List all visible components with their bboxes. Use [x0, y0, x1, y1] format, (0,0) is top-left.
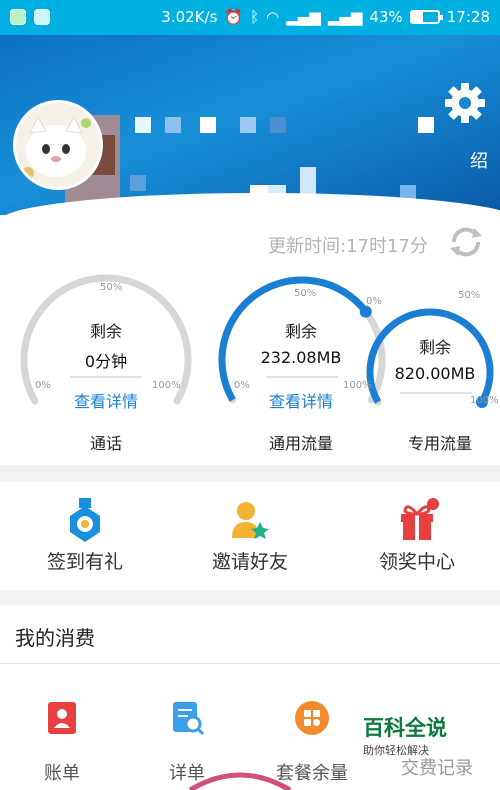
gauge-tick-50: 50% — [458, 290, 481, 301]
gauge-tick-100: 100% — [470, 395, 499, 406]
alarm-icon: ⏰ — [224, 8, 244, 26]
gauge-value: 0分钟 — [84, 352, 128, 371]
detail-icon — [173, 702, 205, 736]
gift-icon — [401, 498, 439, 540]
bluetooth-icon: ᛒ — [250, 8, 260, 26]
bill-label: 账单 — [44, 763, 80, 784]
gauge-remaining-label: 剩余 — [284, 322, 317, 341]
refresh-icon — [450, 227, 482, 257]
general-data-details-link[interactable]: 查看详情 — [251, 388, 351, 412]
invite-friends-button[interactable]: 邀请好友 — [195, 498, 305, 574]
invite-friend-icon — [232, 502, 269, 539]
gauge-tick-50: 50% — [294, 288, 317, 299]
gauge-value: 820.00MB — [394, 364, 476, 383]
avatar-image — [22, 115, 91, 179]
settings-button[interactable] — [442, 80, 488, 126]
package-icon — [295, 701, 329, 735]
divider — [400, 392, 472, 394]
divider — [70, 376, 142, 378]
update-time: 更新时间:17时17分 — [268, 236, 428, 257]
wifi-icon: ◠ — [266, 8, 280, 26]
reward-center-button[interactable]: 领奖中心 — [362, 498, 472, 574]
gauge-marker — [359, 305, 372, 318]
gauge-name-dedicated-data: 专用流量 — [407, 434, 472, 453]
checkin-reward-label: 签到有礼 — [46, 551, 123, 573]
header-side-text[interactable]: 绍 — [470, 147, 488, 173]
gauge-tick-0: 0% — [35, 380, 51, 391]
gauge-tick-100: 100% — [152, 380, 181, 391]
bill-button[interactable]: 账单 — [12, 700, 112, 785]
divider — [266, 376, 338, 378]
checkin-reward-button[interactable]: 签到有礼 — [30, 498, 140, 574]
signal-icon: ▂▄▆ — [327, 8, 363, 26]
medal-icon — [70, 498, 100, 542]
status-bar: 3.02K/s ⏰ ᛒ ◠ ▂▄▆ ▂▄▆ 43% 17:28 — [0, 0, 500, 35]
gauge-name-general-data: 通用流量 — [268, 434, 333, 453]
gauge-tick-0: 0% — [234, 380, 250, 391]
avatar[interactable] — [13, 100, 103, 190]
app-notification-icon — [10, 9, 26, 25]
battery-icon — [409, 10, 443, 24]
gauge-value: 232.08MB — [260, 348, 342, 367]
bill-icon — [48, 702, 76, 734]
watermark-title: 百科全说 — [363, 716, 447, 740]
reward-center-label: 领奖中心 — [378, 551, 455, 573]
battery-percent: 43% — [369, 8, 403, 26]
gauge-tick-50: 50% — [100, 282, 123, 293]
call-details-link[interactable]: 查看详情 — [56, 388, 156, 412]
clock: 17:28 — [446, 8, 490, 26]
invite-friends-label: 邀请好友 — [211, 551, 288, 573]
divider — [0, 663, 500, 664]
gauge-name-calls: 通话 — [89, 434, 122, 453]
refresh-button[interactable] — [446, 222, 486, 262]
gauge-tick-0: 0% — [366, 296, 382, 307]
network-speed: 3.02K/s — [161, 8, 218, 26]
pink-arc — [188, 772, 292, 790]
watermark-subtitle: 助你轻松解决 — [363, 744, 429, 757]
gear-icon — [445, 83, 485, 123]
gauge-remaining-label: 剩余 — [89, 322, 122, 341]
app-notification-icon — [34, 9, 50, 25]
section-title: 我的消费 — [15, 626, 95, 650]
signal-icon: ▂▄▆ — [286, 8, 321, 26]
watermark: 百科全说 助你轻松解决 — [363, 712, 493, 758]
gauge-remaining-label: 剩余 — [418, 338, 451, 357]
